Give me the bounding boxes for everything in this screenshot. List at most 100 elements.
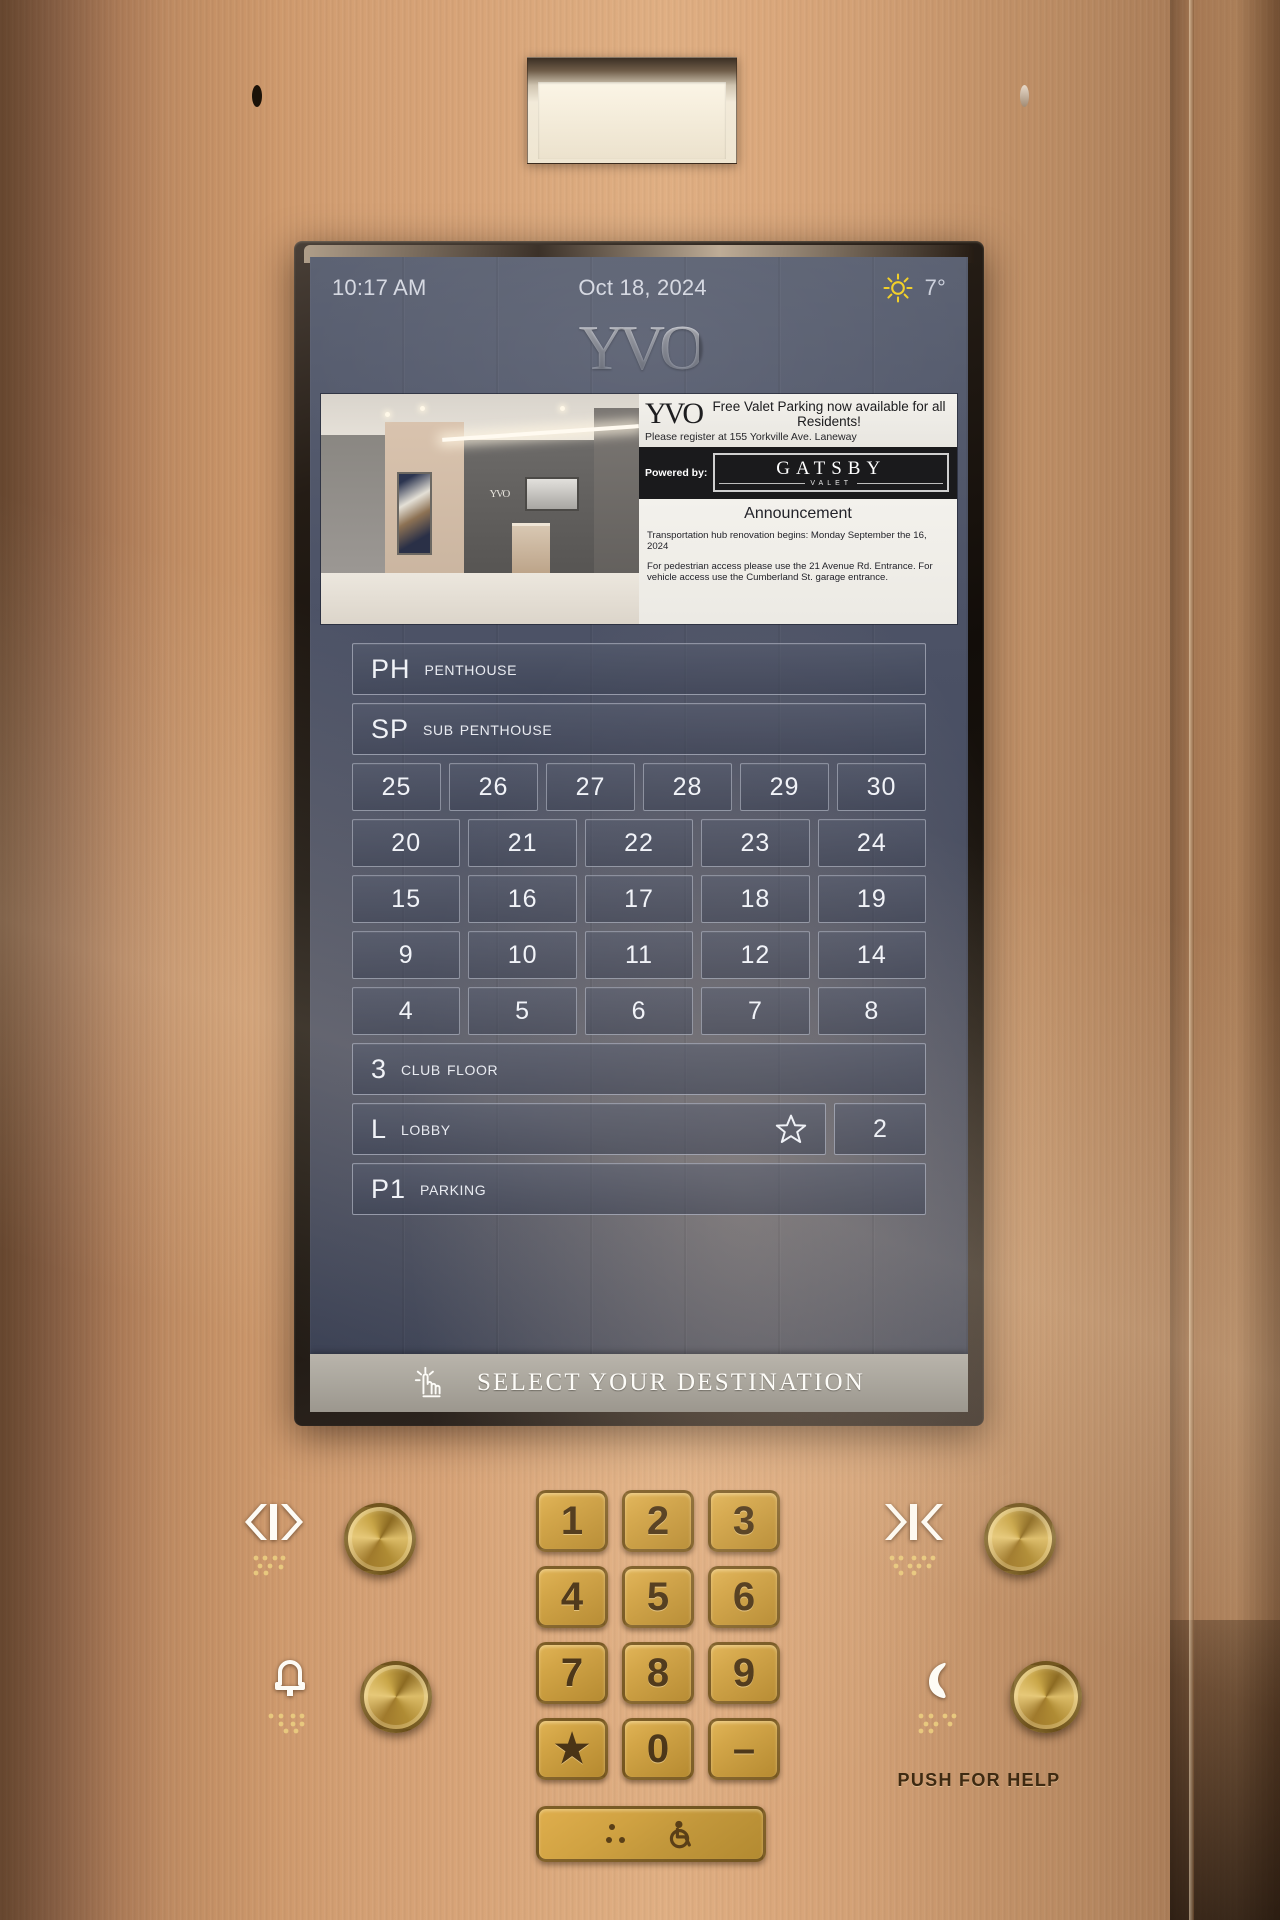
floor-button[interactable]: 19 bbox=[817, 875, 927, 923]
keypad-key-0[interactable]: 0 bbox=[622, 1718, 694, 1780]
floor-button[interactable]: 8 bbox=[817, 987, 927, 1035]
floor-name: Club Floor bbox=[401, 1057, 499, 1080]
floor-name: Penthouse bbox=[424, 657, 518, 680]
floor-button[interactable]: 21 bbox=[468, 819, 577, 867]
floor-button[interactable]: 29 bbox=[740, 763, 829, 811]
floor-button-parking[interactable]: P1 Parking bbox=[352, 1163, 926, 1215]
floor-button[interactable]: 22 bbox=[584, 819, 694, 867]
sponsor-tagline: VALET bbox=[719, 479, 943, 488]
keypad-key-5[interactable]: 5 bbox=[622, 1566, 694, 1628]
announcement-body: Transportation hub renovation begins: Mo… bbox=[647, 530, 949, 583]
floor-code: L bbox=[371, 1113, 388, 1144]
braille-door-close bbox=[889, 1555, 936, 1576]
floor-button[interactable]: 12 bbox=[701, 931, 810, 979]
ceiling-light-panel bbox=[538, 82, 726, 159]
keypad-key-6[interactable]: 6 bbox=[708, 1566, 780, 1628]
floor-button[interactable]: 7 bbox=[701, 987, 810, 1035]
braille-alarm bbox=[268, 1713, 305, 1734]
help-phone-control bbox=[898, 1658, 1082, 1735]
floor-button-lobby[interactable]: L Lobby bbox=[352, 1103, 826, 1155]
floor-button[interactable]: 20 bbox=[352, 819, 461, 867]
media-advertisement-row: YVO YVO Free Valet Parking now available… bbox=[320, 393, 958, 625]
select-destination-bar: SELECT YOUR DESTINATION bbox=[310, 1354, 968, 1412]
ad-headline: Free Valet Parking now available for all… bbox=[712, 399, 946, 429]
floor-button-sub-penthouse[interactable]: SP Sub Penthouse bbox=[352, 703, 926, 755]
floor-button[interactable]: 14 bbox=[817, 931, 927, 979]
keypad-key-3[interactable]: 3 bbox=[708, 1490, 780, 1552]
floor-grid-row: 25 26 27 28 29 30 bbox=[352, 763, 926, 811]
advertisement-column: YVO Free Valet Parking now available for… bbox=[639, 394, 957, 624]
door-open-label-group bbox=[232, 1500, 316, 1577]
accessible-mode-button[interactable] bbox=[536, 1806, 766, 1862]
valet-ad[interactable]: YVO Free Valet Parking now available for… bbox=[639, 394, 957, 447]
ceiling-light-recess bbox=[527, 57, 737, 164]
keypad-key-9[interactable]: 9 bbox=[708, 1642, 780, 1704]
floor-button[interactable]: 26 bbox=[449, 763, 538, 811]
floor-code: P1 bbox=[371, 1173, 407, 1204]
floor-button-2[interactable]: 2 bbox=[834, 1103, 926, 1155]
floor-button-club[interactable]: 3 Club Floor bbox=[352, 1043, 926, 1095]
keypad-key-1[interactable]: 1 bbox=[536, 1490, 608, 1552]
keypad-key-2[interactable]: 2 bbox=[622, 1490, 694, 1552]
keypad-key-7[interactable]: 7 bbox=[536, 1642, 608, 1704]
destination-dispatch-screen[interactable]: 10:17 AM Oct 18, 2024 7° YVO YVO YVO Fre… bbox=[310, 257, 968, 1412]
valet-ad-main: YVO Free Valet Parking now available for… bbox=[645, 399, 951, 430]
floor-button[interactable]: 10 bbox=[468, 931, 577, 979]
alarm-label-group bbox=[248, 1658, 332, 1735]
star-icon bbox=[775, 1114, 807, 1143]
keypad-key-star[interactable]: ★ bbox=[536, 1718, 608, 1780]
phone-handset-icon bbox=[929, 1662, 946, 1699]
floor-name: Sub Penthouse bbox=[423, 717, 553, 740]
floor-button-penthouse[interactable]: PH Penthouse bbox=[352, 643, 926, 695]
floor-button[interactable]: 6 bbox=[584, 987, 694, 1035]
alarm-button[interactable] bbox=[360, 1660, 432, 1733]
door-open-button[interactable] bbox=[344, 1502, 416, 1575]
floor-code: SP bbox=[371, 713, 410, 744]
floor-button[interactable]: 24 bbox=[817, 819, 927, 867]
tap-hand-icon bbox=[414, 1366, 441, 1398]
wall-fastener-right bbox=[1020, 85, 1029, 107]
numeric-keypad: 1 2 3 4 5 6 7 8 9 ★ 0 – bbox=[536, 1490, 780, 1780]
clock-time: 10:17 AM bbox=[332, 275, 427, 300]
current-date: Oct 18, 2024 bbox=[578, 275, 707, 300]
floor-button[interactable]: 4 bbox=[352, 987, 461, 1035]
announcement-panel: Announcement Transportation hub renovati… bbox=[639, 499, 957, 624]
floor-button[interactable]: 30 bbox=[837, 763, 926, 811]
floor-button[interactable]: 17 bbox=[584, 875, 694, 923]
floor-button[interactable]: 25 bbox=[352, 763, 441, 811]
sponsor-banner: Powered by: GATSBY VALET bbox=[639, 447, 957, 499]
keypad-key-8[interactable]: 8 bbox=[622, 1642, 694, 1704]
braille-accessible bbox=[606, 1824, 625, 1843]
keypad-key-dash[interactable]: – bbox=[708, 1718, 780, 1780]
push-for-help-label: PUSH FOR HELP bbox=[897, 1770, 1061, 1790]
floor-button[interactable]: 28 bbox=[643, 763, 732, 811]
floor-button[interactable]: 5 bbox=[468, 987, 577, 1035]
floor-grid-row: 4 5 6 7 8 bbox=[352, 987, 927, 1035]
car-operating-panel: 1 2 3 4 5 6 7 8 9 ★ 0 – PUSH FOR HELP bbox=[0, 1470, 1280, 1920]
floor-button[interactable]: 16 bbox=[468, 875, 577, 923]
lobby-star-wrap bbox=[775, 1113, 807, 1145]
help-phone-label-group bbox=[898, 1658, 982, 1735]
photo-downlight bbox=[419, 405, 425, 411]
floor-button[interactable]: 11 bbox=[584, 931, 694, 979]
door-close-label-group bbox=[872, 1500, 956, 1577]
door-open-control bbox=[232, 1500, 416, 1577]
floor-button[interactable]: 9 bbox=[352, 931, 461, 979]
floor-button[interactable]: 18 bbox=[701, 875, 810, 923]
photo-wall-screen bbox=[524, 476, 579, 512]
floor-grid-row: 15 16 17 18 19 bbox=[352, 875, 927, 923]
destination-display-bezel: 10:17 AM Oct 18, 2024 7° YVO YVO YVO Fre… bbox=[294, 241, 984, 1426]
wall-fastener-left bbox=[252, 85, 262, 107]
floor-code: 3 bbox=[371, 1053, 388, 1084]
door-close-icon bbox=[885, 1504, 943, 1540]
help-phone-button[interactable] bbox=[1010, 1660, 1082, 1733]
floor-button[interactable]: 27 bbox=[546, 763, 635, 811]
door-close-button[interactable] bbox=[984, 1502, 1056, 1575]
floor-button[interactable]: 23 bbox=[701, 819, 810, 867]
photo-wall-logo: YVO bbox=[489, 488, 511, 501]
announcement-paragraph: Transportation hub renovation begins: Mo… bbox=[647, 530, 927, 552]
floor-button[interactable]: 15 bbox=[352, 875, 461, 923]
keypad-key-4[interactable]: 4 bbox=[536, 1566, 608, 1628]
floor-grid-row: 9 10 11 12 14 bbox=[352, 931, 927, 979]
select-destination-label: SELECT YOUR DESTINATION bbox=[476, 1369, 866, 1396]
